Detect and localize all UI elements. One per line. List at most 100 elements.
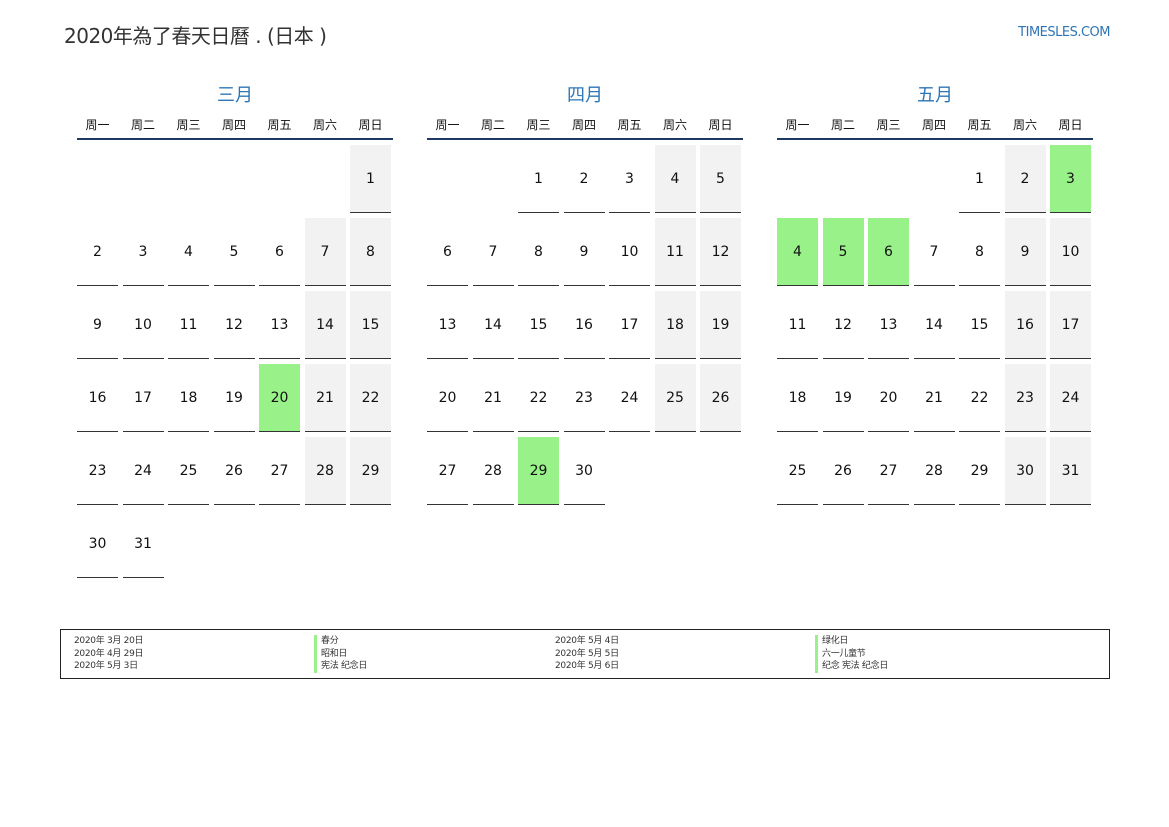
day-cell[interactable]: 8 [959, 218, 1000, 286]
day-cell[interactable]: 20 [868, 364, 909, 432]
day-cell[interactable]: 27 [868, 437, 909, 505]
day-cell[interactable]: 3 [1050, 145, 1091, 213]
day-cell[interactable]: 20 [427, 364, 468, 432]
day-cell[interactable]: 5 [822, 218, 864, 286]
day-cell[interactable]: 30 [563, 437, 605, 505]
day-cell[interactable]: 13 [868, 291, 909, 359]
day-cell[interactable]: 3 [122, 218, 164, 286]
empty-day-cell [123, 145, 164, 212]
day-cell[interactable]: 29 [518, 437, 559, 505]
site-link[interactable]: TIMESLES.COM [1018, 25, 1110, 40]
day-cell[interactable]: 25 [168, 437, 209, 505]
day-cell[interactable]: 7 [913, 218, 955, 286]
day-cell[interactable]: 16 [77, 364, 118, 432]
day-cell[interactable]: 28 [304, 437, 346, 505]
day-cell[interactable]: 4 [168, 218, 209, 286]
day-cell[interactable]: 16 [563, 291, 605, 359]
day-cell[interactable]: 2 [563, 145, 605, 213]
day-cell[interactable]: 18 [168, 364, 209, 432]
holiday-date: 2020年 4月 29日 [74, 648, 144, 659]
day-cell[interactable]: 21 [913, 364, 955, 432]
day-cell[interactable]: 19 [213, 364, 255, 432]
day-cell[interactable]: 16 [1004, 291, 1046, 359]
day-cell[interactable]: 15 [959, 291, 1000, 359]
day-cell[interactable]: 8 [350, 218, 391, 286]
day-cell[interactable]: 8 [518, 218, 559, 286]
day-cell[interactable]: 5 [700, 145, 741, 213]
day-cell[interactable]: 1 [959, 145, 1000, 213]
day-cell[interactable]: 9 [563, 218, 605, 286]
day-cell[interactable]: 17 [122, 364, 164, 432]
day-cell[interactable]: 13 [427, 291, 468, 359]
day-cell[interactable]: 19 [700, 291, 741, 359]
day-cell[interactable]: 31 [1050, 437, 1091, 505]
day-cell[interactable]: 26 [822, 437, 864, 505]
day-cell[interactable]: 30 [77, 510, 118, 578]
day-cell[interactable]: 5 [213, 218, 255, 286]
day-cell[interactable]: 6 [868, 218, 909, 286]
day-cell[interactable]: 20 [259, 364, 300, 432]
day-cell[interactable]: 14 [304, 291, 346, 359]
day-cell[interactable]: 1 [350, 145, 391, 213]
holiday-name: 宪法 纪念日 [314, 660, 367, 673]
day-cell[interactable]: 17 [609, 291, 650, 359]
day-cell[interactable]: 25 [654, 364, 696, 432]
day-cell[interactable]: 18 [777, 364, 818, 432]
day-cell[interactable]: 10 [609, 218, 650, 286]
day-cell[interactable]: 24 [122, 437, 164, 505]
day-cell[interactable]: 14 [913, 291, 955, 359]
day-cell[interactable]: 22 [518, 364, 559, 432]
day-cell[interactable]: 22 [959, 364, 1000, 432]
month-may: 五月 周一 周二 周三 周四 周五 周六 周日 1 2 3 4 5 6 7 8 9 10 11 12 13 14 15 1… [777, 84, 1093, 505]
day-cell[interactable]: 17 [1050, 291, 1091, 359]
day-cell[interactable]: 26 [213, 437, 255, 505]
day-cell[interactable]: 15 [518, 291, 559, 359]
day-cell[interactable]: 3 [609, 145, 650, 213]
day-cell[interactable]: 6 [259, 218, 300, 286]
day-cell[interactable]: 15 [350, 291, 391, 359]
day-cell[interactable]: 12 [213, 291, 255, 359]
day-cell[interactable]: 10 [1050, 218, 1091, 286]
day-cell[interactable]: 2 [1004, 145, 1046, 213]
day-cell[interactable]: 29 [959, 437, 1000, 505]
day-cell[interactable]: 24 [1050, 364, 1091, 432]
empty-day-cell [259, 145, 300, 212]
day-cell[interactable]: 22 [350, 364, 391, 432]
day-cell[interactable]: 23 [77, 437, 118, 505]
day-cell[interactable]: 19 [822, 364, 864, 432]
day-cell[interactable]: 26 [700, 364, 741, 432]
day-cell[interactable]: 18 [654, 291, 696, 359]
day-cell[interactable]: 21 [472, 364, 514, 432]
day-cell[interactable]: 28 [472, 437, 514, 505]
day-cell[interactable]: 23 [1004, 364, 1046, 432]
day-cell[interactable]: 24 [609, 364, 650, 432]
day-cell[interactable]: 7 [472, 218, 514, 286]
day-cell[interactable]: 21 [304, 364, 346, 432]
day-cell[interactable]: 4 [654, 145, 696, 213]
day-cell[interactable]: 12 [822, 291, 864, 359]
weekday-label: 周一 [85, 118, 110, 132]
day-cell[interactable]: 9 [77, 291, 118, 359]
day-cell[interactable]: 11 [168, 291, 209, 359]
day-cell[interactable]: 25 [777, 437, 818, 505]
day-cell[interactable]: 31 [122, 510, 164, 578]
day-cell[interactable]: 6 [427, 218, 468, 286]
day-cell[interactable]: 10 [122, 291, 164, 359]
day-cell[interactable]: 23 [563, 364, 605, 432]
day-cell[interactable]: 28 [913, 437, 955, 505]
day-cell[interactable]: 27 [259, 437, 300, 505]
day-cell[interactable]: 29 [350, 437, 391, 505]
day-cell[interactable]: 30 [1004, 437, 1046, 505]
day-cell[interactable]: 9 [1004, 218, 1046, 286]
day-cell[interactable]: 12 [700, 218, 741, 286]
day-cell[interactable]: 1 [518, 145, 559, 213]
day-cell[interactable]: 2 [77, 218, 118, 286]
day-cell[interactable]: 11 [777, 291, 818, 359]
day-cell[interactable]: 7 [304, 218, 346, 286]
day-cell[interactable]: 13 [259, 291, 300, 359]
day-cell[interactable]: 4 [777, 218, 818, 286]
day-cell[interactable]: 11 [654, 218, 696, 286]
weekday-label: 周四 [571, 118, 596, 132]
day-cell[interactable]: 14 [472, 291, 514, 359]
day-cell[interactable]: 27 [427, 437, 468, 505]
